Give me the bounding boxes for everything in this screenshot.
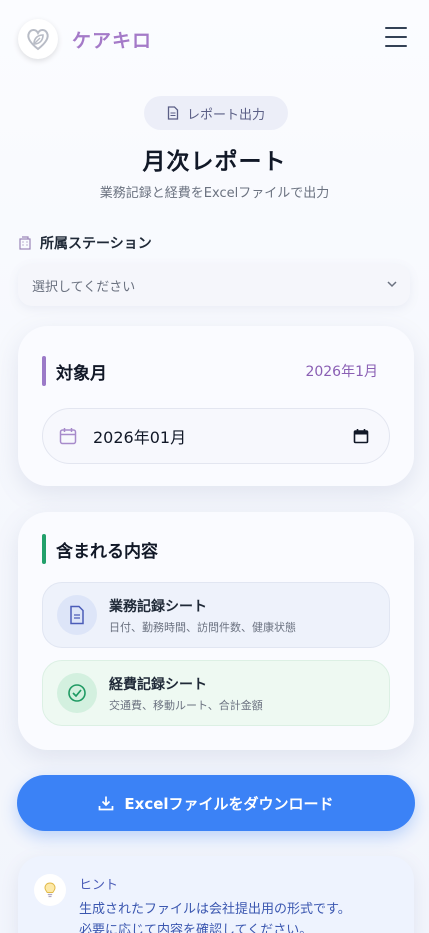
station-label: 所属ステーション [18, 233, 152, 253]
pill-label: レポート出力 [186, 107, 265, 123]
month-date-value: 2026年01月 [93, 428, 187, 447]
item-description: 交通費、移動ルート、合計金額 [109, 698, 263, 712]
item-description: 日付、勤務時間、訪問件数、健康状態 [109, 620, 296, 634]
station-select[interactable]: 選択してください [18, 264, 410, 306]
app-title[interactable]: ケアキロ [72, 26, 152, 53]
lightbulb-icon [34, 874, 66, 906]
list-item-expense-record: 経費記録シート 交通費、移動ルート、合計金額 [42, 660, 390, 726]
target-month-card: 対象月 2026年1月 2026年01月 [18, 326, 414, 486]
check-circle-icon [57, 673, 97, 713]
target-month-heading-text: 対象月 [56, 363, 107, 384]
document-icon [57, 595, 97, 635]
contents-heading: 含まれる内容 [42, 534, 158, 564]
hint-card: ヒント 生成されたファイルは会社提出用の形式です。 必要に応じて内容を確認してく… [18, 856, 414, 933]
building-icon [19, 236, 31, 250]
page-title: 月次レポート [142, 149, 287, 175]
item-title: 経費記録シート [109, 676, 207, 693]
list-item-work-record: 業務記録シート 日付、勤務時間、訪問件数、健康状態 [42, 582, 390, 648]
document-icon [167, 106, 179, 120]
hamburger-menu-icon[interactable] [385, 27, 407, 47]
contents-card: 含まれる内容 業務記録シート 日付、勤務時間、訪問件数、健康状態 経費記録シート… [18, 512, 414, 750]
hint-title: ヒント [79, 878, 119, 893]
contents-heading-text: 含まれる内容 [56, 541, 158, 562]
month-date-input[interactable]: 2026年01月 [42, 408, 390, 464]
item-title: 業務記録シート [109, 598, 207, 615]
calendar-picker-icon[interactable] [353, 428, 369, 444]
hint-text-line1: 生成されたファイルは会社提出用の形式です。 [79, 902, 351, 917]
download-button-label: Excelファイルをダウンロード [124, 794, 334, 813]
hint-text-line2: 必要に応じて内容を確認してください。 [79, 923, 313, 933]
page-subtitle: 業務記録と経費をExcelファイルで出力 [99, 186, 330, 201]
download-excel-button[interactable]: Excelファイルをダウンロード [17, 775, 415, 831]
selected-month-tag: 2026年1月 [305, 364, 378, 380]
app-header: ケアキロ [0, 0, 429, 78]
chevron-down-icon [387, 281, 397, 288]
calendar-icon [59, 428, 77, 445]
station-label-text: 所属ステーション [40, 236, 152, 252]
heart-leaf-icon[interactable] [18, 19, 58, 59]
station-select-value: 選択してください [32, 279, 136, 295]
report-output-pill: レポート出力 [144, 96, 288, 130]
download-icon [99, 796, 114, 811]
target-month-heading: 対象月 [42, 356, 107, 386]
